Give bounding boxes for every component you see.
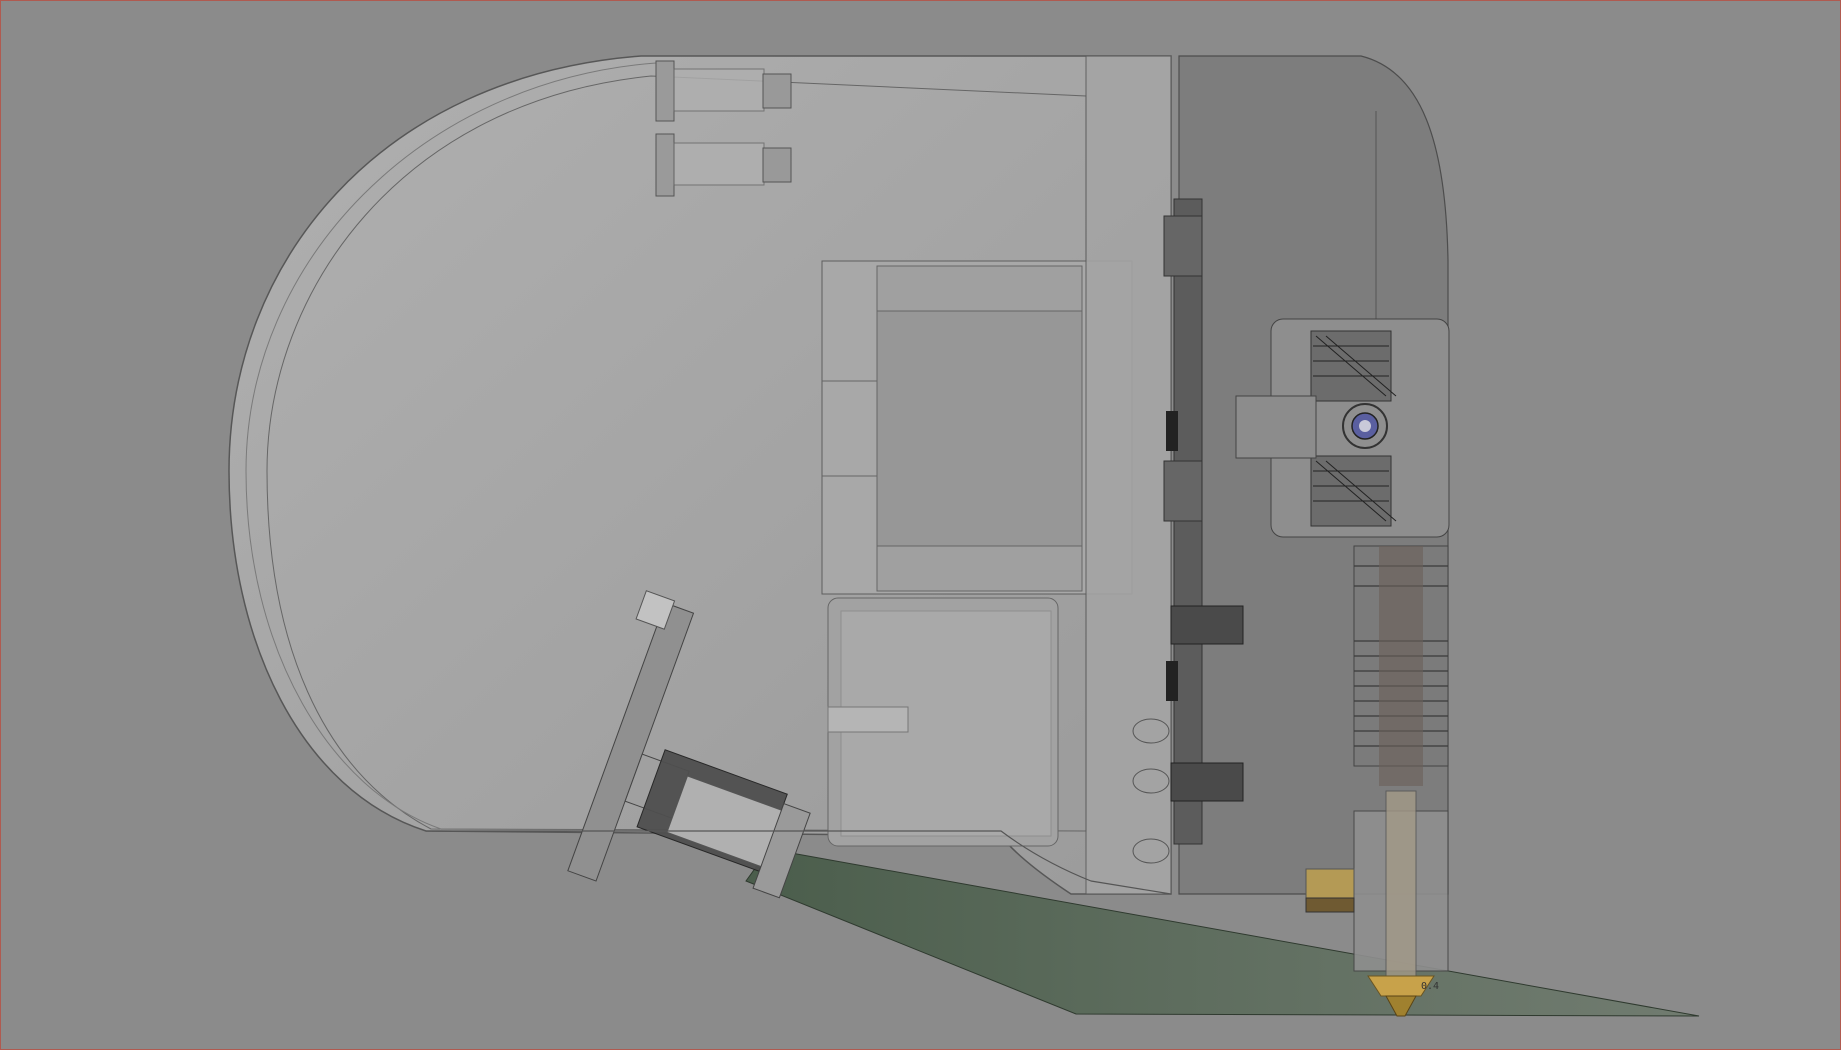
nozzle-label: 0.4 <box>1421 981 1439 992</box>
side-plate <box>1085 55 1172 895</box>
motor-cylinder[interactable] <box>827 597 1059 847</box>
cad-model-view[interactable]: 0.4 <box>1 1 1840 1049</box>
heatsink-icon[interactable] <box>1353 545 1449 786</box>
cad-viewport[interactable]: 0.4 <box>0 0 1841 1050</box>
